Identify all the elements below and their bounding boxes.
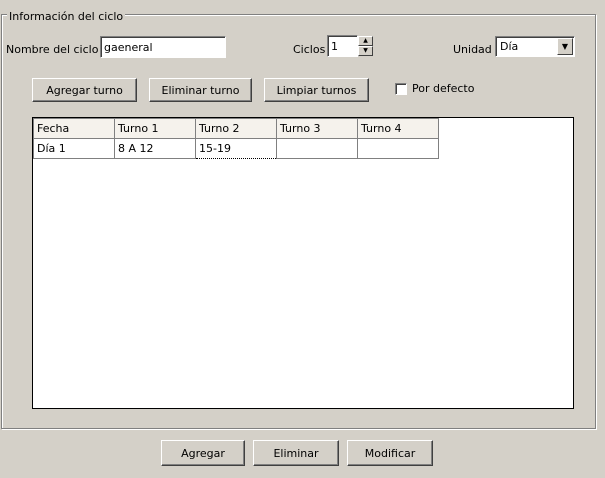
col-header-turno-2[interactable]: Turno 2 (195, 118, 277, 139)
table-header-row: Fecha Turno 1 Turno 2 Turno 3 Turno 4 (33, 118, 439, 139)
cycles-spin-buttons: ▲ ▼ (358, 36, 373, 56)
cycles-spinner[interactable]: ▲ ▼ (327, 35, 374, 57)
cycle-name-input[interactable] (100, 36, 226, 58)
delete-button[interactable]: Eliminar (253, 440, 339, 466)
spin-up-icon[interactable]: ▲ (358, 36, 373, 46)
turns-table: Fecha Turno 1 Turno 2 Turno 3 Turno 4 Dí… (33, 118, 439, 159)
turns-table-panel[interactable]: Fecha Turno 1 Turno 2 Turno 3 Turno 4 Dí… (32, 117, 574, 409)
clear-turns-button[interactable]: Limpiar turnos (264, 78, 369, 102)
table-row: Día 1 8 A 12 15-19 (33, 138, 439, 159)
add-turn-button[interactable]: Agregar turno (32, 78, 137, 102)
col-header-fecha[interactable]: Fecha (33, 118, 115, 139)
table-cell-turno-3[interactable] (276, 138, 358, 159)
table-cell-turno-1[interactable]: 8 A 12 (114, 138, 196, 159)
cycle-info-legend: Información del ciclo (7, 10, 126, 23)
col-header-turno-1[interactable]: Turno 1 (114, 118, 196, 139)
table-cell-fecha[interactable]: Día 1 (33, 138, 115, 159)
cycles-label: Ciclos (293, 43, 326, 56)
unit-label: Unidad (453, 43, 492, 56)
add-button[interactable]: Agregar (161, 440, 245, 466)
cycles-input[interactable] (327, 35, 358, 57)
default-checkbox[interactable] (395, 83, 407, 95)
spin-down-icon[interactable]: ▼ (358, 46, 373, 56)
col-header-turno-4[interactable]: Turno 4 (357, 118, 439, 139)
modify-button[interactable]: Modificar (347, 440, 433, 466)
unit-selected-value: Día (500, 40, 519, 53)
unit-select[interactable]: Día ▼ (495, 36, 575, 57)
chevron-down-icon[interactable]: ▼ (557, 38, 573, 55)
table-cell-turno-4[interactable] (357, 138, 439, 159)
col-header-turno-3[interactable]: Turno 3 (276, 118, 358, 139)
remove-turn-button[interactable]: Eliminar turno (149, 78, 252, 102)
table-cell-turno-2[interactable]: 15-19 (195, 138, 277, 159)
cycle-name-label: Nombre del ciclo (6, 43, 99, 56)
default-checkbox-label: Por defecto (412, 82, 475, 95)
